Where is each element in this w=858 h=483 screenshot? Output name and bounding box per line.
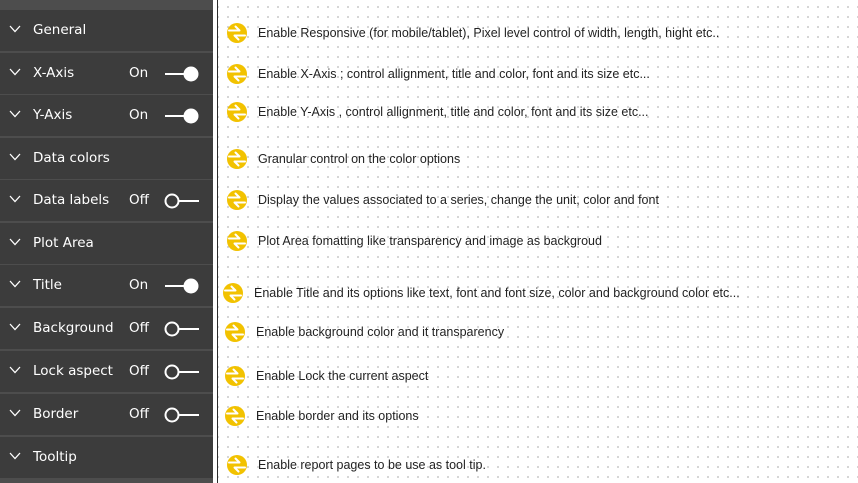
toggle-switch[interactable] <box>162 64 202 84</box>
chevron-down-icon[interactable] <box>9 195 21 203</box>
arrow-bullet-icon <box>227 23 247 43</box>
format-section-y-axis[interactable]: Y-Axis On <box>0 95 213 136</box>
description-text: Enable Lock the current aspect <box>256 369 429 383</box>
arrow-bullet-icon <box>223 283 243 303</box>
toggle-state-label: Off <box>129 192 149 208</box>
description-text: Enable report pages to be use as tool ti… <box>258 458 486 472</box>
format-section-data-colors[interactable]: Data colors <box>0 138 213 179</box>
arrow-bullet-icon <box>225 322 245 342</box>
section-label: General <box>33 22 87 38</box>
description-text: Enable Responsive (for mobile/tablet), P… <box>258 26 720 40</box>
toggle-switch[interactable] <box>162 405 202 425</box>
toggle-switch[interactable] <box>162 276 202 296</box>
chevron-down-icon[interactable] <box>9 452 21 460</box>
section-label: Title <box>33 277 62 293</box>
toggle-state-label: Off <box>129 363 149 379</box>
arrow-bullet-icon <box>227 190 247 210</box>
toggle-switch[interactable] <box>162 191 202 211</box>
arrow-bullet-icon <box>225 366 245 386</box>
section-label: Tooltip <box>33 449 77 465</box>
format-section-plot-area[interactable]: Plot Area <box>0 223 213 264</box>
arrow-bullet-icon <box>227 455 247 475</box>
chevron-down-icon[interactable] <box>9 25 21 33</box>
chevron-down-icon[interactable] <box>9 366 21 374</box>
toggle-state-label: On <box>129 107 149 123</box>
format-section-lock-aspect[interactable]: Lock aspect Off <box>0 351 213 392</box>
description-text: Enable border and its options <box>256 409 419 423</box>
description-text: Enable background color and it transpare… <box>256 325 505 339</box>
section-label: Data labels <box>33 192 110 208</box>
format-section-background[interactable]: Background Off <box>0 308 213 349</box>
arrow-bullet-icon <box>227 149 247 169</box>
section-label: Border <box>33 406 79 422</box>
format-section-tooltip[interactable]: Tooltip <box>0 437 213 478</box>
chevron-down-icon[interactable] <box>9 280 21 288</box>
section-label: Background <box>33 320 114 336</box>
chevron-down-icon[interactable] <box>9 238 21 246</box>
toggle-state-label: On <box>129 65 149 81</box>
chevron-down-icon[interactable] <box>9 153 21 161</box>
pane-edge <box>217 0 218 483</box>
format-section-x-axis[interactable]: X-Axis On <box>0 53 213 94</box>
toggle-switch[interactable] <box>162 362 202 382</box>
section-label: Lock aspect <box>33 363 113 379</box>
section-label: Plot Area <box>33 235 94 251</box>
toggle-state-label: On <box>129 277 149 293</box>
chevron-down-icon[interactable] <box>9 110 21 118</box>
format-section-data-labels[interactable]: Data labels Off <box>0 180 213 221</box>
section-label: Y-Axis <box>33 107 73 123</box>
format-section-title[interactable]: Title On <box>0 265 213 306</box>
arrow-bullet-icon <box>227 102 247 122</box>
arrow-bullet-icon <box>227 231 247 251</box>
format-section-border[interactable]: Border Off <box>0 394 213 435</box>
chevron-down-icon[interactable] <box>9 68 21 76</box>
toggle-state-label: Off <box>129 406 149 422</box>
description-text: Granular control on the color options <box>258 152 461 166</box>
format-section-general[interactable]: General <box>0 10 213 51</box>
toggle-switch[interactable] <box>162 319 202 339</box>
section-label: Data colors <box>33 150 110 166</box>
description-text: Enable Title and its options like text, … <box>254 286 740 300</box>
arrow-bullet-icon <box>225 406 245 426</box>
section-label: X-Axis <box>33 65 75 81</box>
description-text: Display the values associated to a serie… <box>258 193 659 207</box>
description-text: Plot Area fomatting like transparency an… <box>258 234 602 248</box>
toggle-state-label: Off <box>129 320 149 336</box>
description-text: Enable X-Axis ; control allignment, titl… <box>258 67 650 81</box>
toggle-switch[interactable] <box>162 106 202 126</box>
description-text: Enable Y-Axis , control allignment, titl… <box>258 105 649 119</box>
chevron-down-icon[interactable] <box>9 323 21 331</box>
arrow-bullet-icon <box>227 64 247 84</box>
chevron-down-icon[interactable] <box>9 409 21 417</box>
